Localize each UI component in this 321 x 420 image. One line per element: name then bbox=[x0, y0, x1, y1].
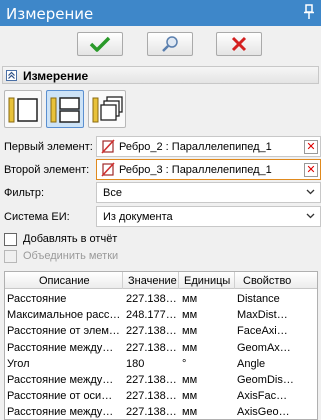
cell-value: 227.138… bbox=[126, 390, 176, 403]
preview-button[interactable] bbox=[147, 32, 193, 56]
column-header-description[interactable]: Описание bbox=[39, 275, 90, 287]
checkbox-box bbox=[4, 250, 17, 263]
first-element-label: Первый элемент: bbox=[4, 141, 93, 153]
close-icon bbox=[231, 36, 247, 52]
ok-button[interactable] bbox=[77, 32, 123, 56]
units-select[interactable]: Из документа bbox=[96, 206, 321, 227]
filter-row: Фильтр: Все bbox=[4, 182, 321, 204]
cell-description: Угол bbox=[7, 357, 30, 370]
table-row[interactable]: Угол 180 ° Angle bbox=[5, 356, 317, 372]
cell-property: Angle bbox=[237, 357, 266, 370]
section-header[interactable]: Измерение bbox=[2, 66, 319, 84]
single-measure-icon bbox=[8, 97, 38, 123]
cell-description: Расстояние между… bbox=[7, 406, 114, 419]
column-header-property[interactable]: Свойство bbox=[243, 275, 291, 287]
filter-value: Все bbox=[103, 187, 122, 199]
table-row[interactable]: Расстояние 227.138… мм Distance bbox=[5, 291, 317, 307]
table-row[interactable]: Расстояние между… 227.138… мм AxisGeo… bbox=[5, 404, 317, 419]
chevron-down-icon bbox=[306, 189, 315, 195]
second-element-label: Второй элемент: bbox=[4, 164, 90, 176]
cell-property: GeomDis… bbox=[237, 374, 294, 386]
cell-value: 227.138… bbox=[126, 293, 176, 305]
chevron-down-icon bbox=[306, 213, 315, 219]
second-element-row: Второй элемент: Ребро_3 : Параллелепипед… bbox=[4, 159, 321, 181]
pin-icon[interactable] bbox=[304, 4, 314, 20]
cell-units: мм bbox=[182, 293, 198, 305]
cell-units: мм bbox=[182, 406, 198, 419]
table-row[interactable]: Расстояние от элем… 227.138… мм FaceAxi… bbox=[5, 323, 317, 339]
edge-icon bbox=[101, 162, 115, 177]
column-header-units[interactable]: Единицы bbox=[184, 275, 230, 287]
cell-value: 180 bbox=[126, 357, 145, 370]
cell-property: MaxDist… bbox=[237, 309, 288, 322]
merge-labels-label: Объединить метки bbox=[23, 250, 119, 262]
cell-units: мм bbox=[182, 390, 198, 403]
cell-value: 227.138… bbox=[126, 325, 176, 338]
first-element-row: Первый элемент: Ребро_2 : Параллелепипед… bbox=[4, 136, 321, 158]
cell-description: Расстояние между… bbox=[7, 341, 114, 354]
table-row[interactable]: Расстояние между… 227.138… мм GeomDis… bbox=[5, 372, 317, 388]
column-header-value[interactable]: Значение bbox=[128, 275, 177, 287]
table-row[interactable]: Расстояние между… 227.138… мм GeomAx… bbox=[5, 340, 317, 356]
magnifier-icon bbox=[162, 36, 178, 52]
cell-units: мм bbox=[182, 341, 198, 354]
grid-measure-icon bbox=[50, 97, 80, 123]
checkmark-icon bbox=[89, 36, 111, 52]
units-row: Система ЕИ: Из документа bbox=[4, 206, 321, 228]
add-report-checkbox[interactable]: Добавлять в отчёт bbox=[4, 232, 204, 248]
title-bar: Измерение bbox=[0, 0, 321, 26]
cell-units: мм bbox=[182, 309, 198, 322]
merge-labels-checkbox: Объединить метки bbox=[4, 249, 204, 265]
cell-description: Расстояние от элем… bbox=[7, 325, 120, 338]
units-value: Из документа bbox=[103, 211, 173, 223]
filter-select[interactable]: Все bbox=[96, 182, 321, 203]
first-element-value: Ребро_2 : Параллелепипед_1 bbox=[119, 141, 272, 153]
cell-description: Расстояние от оси… bbox=[7, 390, 113, 403]
cell-value: 227.138… bbox=[126, 406, 176, 419]
cell-property: AxisFac… bbox=[237, 390, 288, 403]
collapse-icon[interactable] bbox=[6, 70, 17, 81]
cell-units: мм bbox=[182, 374, 198, 386]
cell-property: GeomAx… bbox=[237, 341, 291, 354]
results-table[interactable]: Описание Значение Единицы Свойство Расст… bbox=[4, 271, 318, 420]
cell-description: Максимальное расс… bbox=[7, 309, 120, 322]
checkbox-box[interactable] bbox=[4, 233, 17, 246]
column-divider[interactable] bbox=[234, 272, 235, 289]
stack-mode-button[interactable] bbox=[88, 90, 126, 128]
cell-value: 227.138… bbox=[126, 374, 176, 386]
action-toolbar bbox=[0, 26, 321, 64]
cell-description: Расстояние между… bbox=[7, 374, 114, 386]
cell-description: Расстояние bbox=[7, 293, 67, 305]
add-report-label: Добавлять в отчёт bbox=[23, 233, 118, 245]
clear-first-button[interactable]: ✕ bbox=[304, 140, 318, 154]
cell-value: 227.138… bbox=[126, 341, 176, 354]
column-divider[interactable] bbox=[122, 272, 123, 289]
units-label: Система ЕИ: bbox=[4, 211, 70, 223]
second-element-field[interactable]: Ребро_3 : Параллелепипед_1 ✕ bbox=[96, 159, 321, 180]
second-element-value: Ребро_3 : Параллелепипед_1 bbox=[119, 164, 272, 176]
cell-property: Distance bbox=[237, 293, 280, 305]
table-row[interactable]: Максимальное расс… 248.177… мм MaxDist… bbox=[5, 307, 317, 323]
column-divider[interactable] bbox=[178, 272, 179, 289]
cell-property: FaceAxi… bbox=[237, 325, 288, 338]
grid-mode-button[interactable] bbox=[46, 90, 84, 128]
stack-measure-icon bbox=[92, 96, 123, 123]
cell-value: 248.177… bbox=[126, 309, 176, 322]
table-header: Описание Значение Единицы Свойство bbox=[5, 272, 317, 289]
cancel-button[interactable] bbox=[216, 32, 262, 56]
cell-units: мм bbox=[182, 325, 198, 338]
edge-icon bbox=[101, 139, 115, 154]
table-row[interactable]: Расстояние от оси… 227.138… мм AxisFac… bbox=[5, 388, 317, 404]
single-mode-button[interactable] bbox=[4, 90, 42, 128]
first-element-field[interactable]: Ребро_2 : Параллелепипед_1 ✕ bbox=[96, 136, 321, 157]
cell-units: ° bbox=[182, 357, 187, 370]
window-title: Измерение bbox=[6, 5, 94, 23]
cell-property: AxisGeo… bbox=[237, 406, 290, 419]
clear-second-button[interactable]: ✕ bbox=[304, 163, 318, 177]
filter-label: Фильтр: bbox=[4, 187, 45, 199]
section-title: Измерение bbox=[23, 69, 89, 83]
